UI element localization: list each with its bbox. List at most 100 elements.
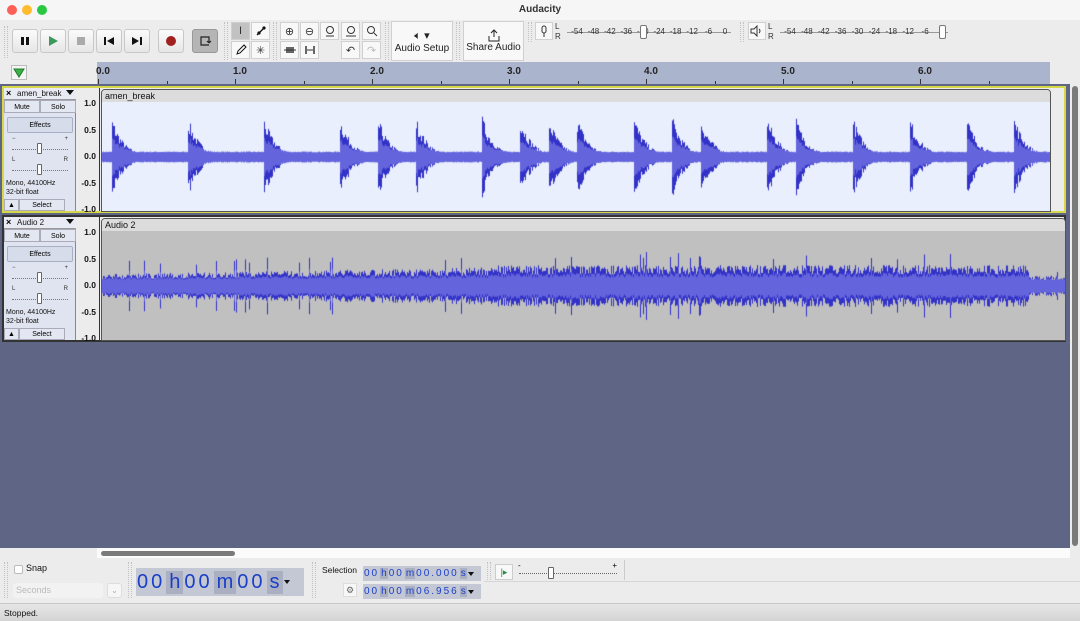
- time-format-dropdown-icon[interactable]: [283, 580, 290, 584]
- toolbar-grip[interactable]: [4, 26, 8, 58]
- track-menu-arrow-icon[interactable]: [66, 90, 74, 95]
- gain-slider[interactable]: − +: [12, 136, 68, 154]
- snap-label: Snap: [26, 563, 48, 573]
- envelope-tool[interactable]: [251, 22, 270, 40]
- silence-audio-button[interactable]: [300, 41, 319, 59]
- end-format-dropdown-icon[interactable]: [467, 589, 474, 594]
- mute-button[interactable]: Mute: [4, 229, 40, 242]
- timeline-ruler[interactable]: 0.01.02.03.04.05.06.07.0: [96, 62, 1069, 84]
- gain-slider-knob[interactable]: [37, 272, 42, 283]
- speed-slider-knob[interactable]: [548, 567, 554, 579]
- fit-selection-button[interactable]: [320, 22, 339, 40]
- play-button[interactable]: [40, 29, 66, 53]
- vertical-scroll-thumb[interactable]: [1072, 86, 1078, 546]
- timeline-options-button[interactable]: [11, 65, 27, 80]
- undo-button[interactable]: ↶: [341, 41, 360, 59]
- select-track-button[interactable]: Select: [19, 328, 65, 340]
- record-meter-button[interactable]: [535, 22, 553, 40]
- pan-slider-knob[interactable]: [37, 293, 42, 304]
- zoom-toggle-button[interactable]: [362, 22, 381, 40]
- gain-slider-knob[interactable]: [37, 143, 42, 154]
- meter-level-knob[interactable]: [639, 25, 647, 39]
- clip-title[interactable]: Audio 2: [102, 219, 1065, 231]
- mute-button[interactable]: Mute: [4, 100, 40, 113]
- track-name[interactable]: Audio 2: [17, 218, 44, 227]
- solo-button[interactable]: Solo: [40, 229, 76, 242]
- collapse-track-button[interactable]: ▲: [4, 328, 19, 340]
- zoom-out-button[interactable]: ⊖: [300, 22, 319, 40]
- waveform-area[interactable]: [102, 231, 1065, 340]
- meter-level-knob[interactable]: [939, 25, 946, 39]
- selection-tool[interactable]: I: [231, 22, 250, 40]
- hours-value: 00: [136, 570, 167, 594]
- track-menu-arrow-icon[interactable]: [66, 219, 74, 224]
- skip-to-end-button[interactable]: [124, 29, 150, 53]
- close-track-icon[interactable]: ×: [6, 217, 11, 227]
- stop-button[interactable]: [68, 29, 94, 53]
- toolbar-grip[interactable]: [456, 22, 460, 60]
- vertical-scrollbar[interactable]: [1070, 84, 1080, 548]
- collapse-track-button[interactable]: ▲: [4, 199, 19, 211]
- audio-setup-button[interactable]: 🔈︎ ▾ Audio Setup: [391, 21, 453, 61]
- fit-project-button[interactable]: [341, 22, 360, 40]
- selection-start-display[interactable]: 00 h 00 m 00.000 s: [363, 566, 481, 581]
- redo-button[interactable]: ↷: [362, 41, 381, 59]
- effects-button[interactable]: Effects: [7, 246, 73, 262]
- toolbar-grip[interactable]: [128, 562, 132, 598]
- loop-button[interactable]: [192, 29, 218, 53]
- audio-clip[interactable]: amen_break: [101, 89, 1051, 212]
- select-track-button[interactable]: Select: [19, 199, 65, 211]
- audio-clip[interactable]: Audio 2: [101, 218, 1066, 341]
- playback-meter[interactable]: LR -54-48-42-36-30-24-18-12-60: [768, 22, 948, 44]
- track-name[interactable]: amen_break: [17, 89, 61, 98]
- waveform-area[interactable]: [102, 102, 1050, 211]
- snap-unit-select[interactable]: Seconds: [13, 583, 103, 598]
- pan-slider[interactable]: L R: [12, 286, 68, 304]
- amplitude-label: -0.5: [81, 177, 96, 188]
- clip-title[interactable]: amen_break: [102, 90, 1050, 102]
- audio-position-display[interactable]: 00 h 00 m 00 s: [136, 568, 304, 596]
- horizontal-scroll-thumb[interactable]: [101, 551, 235, 556]
- track-control-panel[interactable]: × Audio 2 Mute Solo Effects − + L R Mono…: [4, 217, 76, 340]
- track-amen-break[interactable]: × amen_break Mute Solo Effects − + L R M…: [2, 86, 1066, 214]
- play-meter-button[interactable]: [748, 22, 766, 40]
- toolbar-grip[interactable]: [224, 22, 228, 60]
- effects-button[interactable]: Effects: [7, 117, 73, 133]
- pan-slider-knob[interactable]: [37, 164, 42, 175]
- draw-tool[interactable]: [231, 41, 250, 59]
- trim-audio-button[interactable]: [280, 41, 299, 59]
- play-at-speed-button[interactable]: |▸: [495, 564, 513, 580]
- skip-to-start-button[interactable]: [96, 29, 122, 53]
- toolbar-grip[interactable]: [487, 562, 491, 580]
- record-meter[interactable]: LR -54-48-42-36-30-24-18-12-60: [555, 22, 731, 44]
- track-area[interactable]: × amen_break Mute Solo Effects − + L R M…: [0, 84, 1070, 548]
- track-format: Mono, 44100Hz: [6, 309, 56, 316]
- close-track-icon[interactable]: ×: [6, 88, 11, 98]
- track-title-bar[interactable]: × Audio 2: [4, 217, 76, 229]
- track-audio-2[interactable]: × Audio 2 Mute Solo Effects − + L R Mono…: [2, 215, 1066, 343]
- horizontal-scrollbar[interactable]: [97, 548, 1070, 558]
- toolbar-grip[interactable]: [4, 562, 8, 598]
- share-audio-button[interactable]: Share Audio: [463, 21, 524, 61]
- toolbar-grip[interactable]: [273, 22, 277, 60]
- zoom-in-button[interactable]: ⊕: [280, 22, 299, 40]
- selection-end-display[interactable]: 00 h 00 m 06.956 s: [363, 584, 481, 599]
- record-button[interactable]: [158, 29, 184, 53]
- pan-slider[interactable]: L R: [12, 157, 68, 175]
- gain-slider[interactable]: − +: [12, 265, 68, 283]
- track-title-bar[interactable]: × amen_break: [4, 88, 76, 100]
- selection-settings-button[interactable]: ⚙: [343, 583, 357, 597]
- playback-speed-slider[interactable]: - +: [516, 561, 620, 581]
- toolbar-grip[interactable]: [528, 22, 532, 42]
- track-control-panel[interactable]: × amen_break Mute Solo Effects − + L R M…: [4, 88, 76, 211]
- snap-unit-chevron-icon[interactable]: ⌄: [107, 583, 122, 598]
- pause-button[interactable]: [12, 29, 38, 53]
- fit-selection-icon: [325, 26, 334, 37]
- toolbar-grip[interactable]: [740, 22, 744, 42]
- toolbar-grip[interactable]: [312, 562, 316, 598]
- toolbar-grip[interactable]: [385, 22, 389, 60]
- multi-tool[interactable]: ✳: [251, 41, 270, 59]
- solo-button[interactable]: Solo: [40, 100, 76, 113]
- start-format-dropdown-icon[interactable]: [467, 571, 474, 576]
- snap-checkbox[interactable]: [14, 565, 23, 574]
